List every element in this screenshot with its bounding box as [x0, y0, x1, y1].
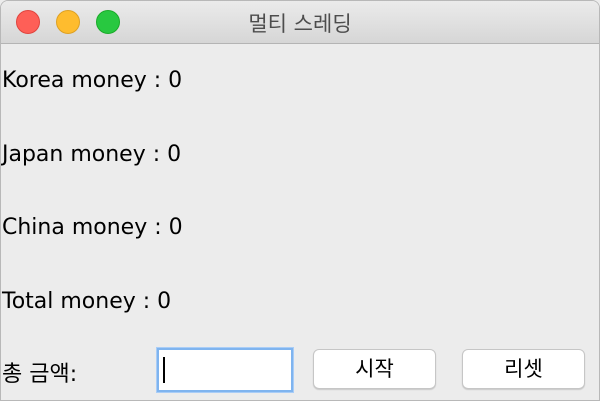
japan-money-value: 0: [167, 142, 182, 167]
korea-money-text: Korea money :: [2, 68, 169, 93]
reset-button[interactable]: 리셋: [462, 349, 585, 389]
window-title: 멀티 스레딩: [248, 12, 352, 36]
china-money-label: China money : 0: [2, 215, 183, 240]
title-bar[interactable]: 멀티 스레딩: [1, 1, 599, 44]
total-money-text: Total money :: [2, 289, 158, 314]
amount-input[interactable]: [157, 348, 293, 392]
japan-money-label: Japan money : 0: [2, 142, 181, 167]
korea-money-label: Korea money : 0: [2, 68, 182, 93]
total-money-label: Total money : 0: [2, 289, 171, 314]
japan-money-text: Japan money :: [2, 142, 168, 167]
china-money-text: China money :: [2, 215, 169, 240]
total-money-value: 0: [157, 289, 172, 314]
korea-money-value: 0: [168, 68, 183, 93]
app-window: 멀티 스레딩 Korea money : 0 Japan money : 0 C…: [0, 0, 600, 401]
total-amount-label: 총 금액:: [2, 362, 78, 387]
text-caret: [163, 357, 165, 383]
start-button[interactable]: 시작: [313, 349, 436, 389]
china-money-value: 0: [168, 215, 183, 240]
